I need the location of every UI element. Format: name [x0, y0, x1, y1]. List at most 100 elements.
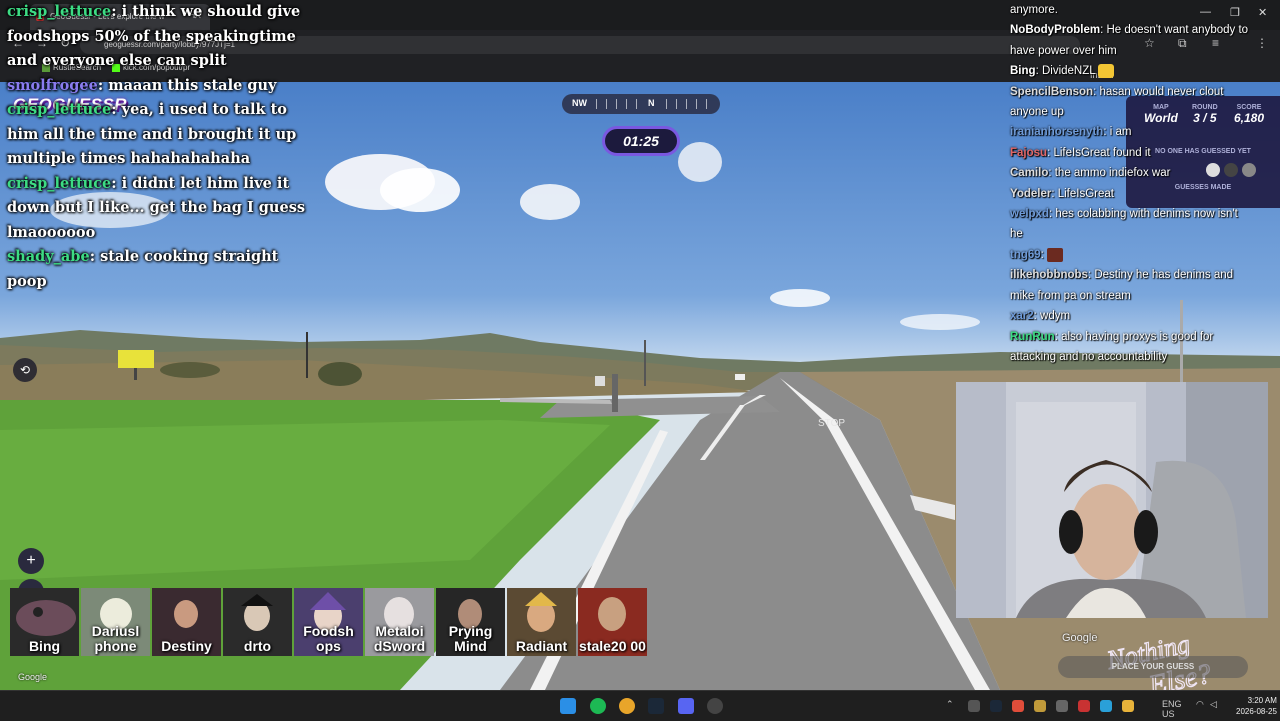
chat-message: him all the time and i brought it up — [7, 125, 297, 143]
players-bar: Bing Dariusl phone Destiny drto Foodsh o… — [10, 588, 647, 656]
tray-app-icon[interactable] — [1100, 700, 1112, 712]
chat-message: anyone up — [1010, 106, 1064, 119]
chat-username: Yodeler — [1010, 187, 1052, 200]
chat-username: NoBodyProblem — [1010, 24, 1101, 37]
language-indicator[interactable]: ENG US — [1162, 699, 1184, 719]
obs-icon[interactable] — [707, 698, 723, 714]
chat-message: : hasan would never clout — [1093, 85, 1224, 98]
player-card[interactable]: Metaloi dSword — [365, 588, 434, 656]
chat-username: RunRun — [1010, 330, 1055, 343]
chat-line: smolfrogee: maaan this stale guy — [7, 74, 307, 99]
chat-message: : maaan this stale guy — [97, 76, 277, 94]
compass-tick — [666, 99, 667, 109]
compass-tick — [676, 99, 677, 109]
chrome-icon[interactable] — [619, 698, 635, 714]
chat-username: Camilo — [1010, 167, 1049, 180]
chat-line: have power over him — [1010, 41, 1272, 61]
chat-line: him all the time and i brought it up — [7, 123, 307, 148]
chat-message: attacking and no accountability — [1010, 350, 1168, 363]
chat-message: down but I like... get the bag I guess — [7, 199, 306, 216]
chat-line: Fajosu: LifeIsGreat found it — [1010, 143, 1272, 163]
compass-tick — [616, 99, 617, 109]
chat-message: : — [1040, 248, 1044, 261]
start-menu-icon[interactable] — [560, 698, 576, 714]
chat-message: foodshops 50% of the speakingtime — [7, 27, 296, 45]
tray-app-icon[interactable] — [1034, 700, 1046, 712]
clock-time: 3:20 AM — [1247, 696, 1277, 705]
compass-tick — [606, 99, 607, 109]
player-avatar-photo — [174, 600, 198, 628]
tray-chevron-icon[interactable]: ⌃ — [946, 699, 954, 710]
compass-tick — [706, 99, 707, 109]
chat-username: Bing — [1010, 65, 1036, 78]
compass-nw: NW — [572, 98, 587, 108]
player-card[interactable]: Bing — [10, 588, 79, 656]
player-card[interactable]: Destiny — [152, 588, 221, 656]
spotify-icon[interactable] — [590, 698, 606, 714]
chat-line: down but I like... get the bag I guess — [7, 196, 307, 221]
player-name: Foodsh ops — [303, 623, 354, 654]
chat-line: multiple times hahahahahaha — [7, 147, 307, 172]
player-name: Destiny — [161, 638, 212, 654]
camera-toggle-icon[interactable]: ⟲ — [13, 358, 37, 382]
chat-message: lmaoooooo — [7, 223, 96, 241]
chat-message: and everyone else can split — [7, 52, 227, 69]
chat-line: foodshops 50% of the speakingtime — [7, 25, 307, 50]
chat-username: SpencilBenson — [1010, 85, 1094, 98]
volume-icon[interactable]: ◁ — [1210, 699, 1217, 710]
player-card[interactable]: Foodsh ops — [294, 588, 363, 656]
chat-line: mike from pa on stream — [1010, 286, 1272, 306]
chat-username: iranianhorsenyth — [1010, 126, 1104, 139]
chat-message: : wdym — [1033, 310, 1071, 323]
chat-message: : hes colabbing with denims now isn't — [1048, 208, 1238, 221]
tray-app-icon[interactable] — [1056, 700, 1068, 712]
compass: NW N — [562, 94, 720, 114]
chat-line: lmaoooooo — [7, 221, 307, 246]
chat-overlay-right: anymore. NoBodyProblem: He doesn't want … — [1010, 0, 1272, 367]
chat-message: mike from pa on stream — [1010, 289, 1131, 302]
chat-line: anyone up — [1010, 102, 1272, 122]
player-card[interactable]: Dariusl phone — [81, 588, 150, 656]
chat-line: welpxd: hes colabbing with denims now is… — [1010, 204, 1272, 224]
chat-message: : stale cooking straight — [89, 248, 279, 265]
chat-message: : i didnt let him live it — [111, 174, 290, 192]
tray-app-icon[interactable] — [1078, 700, 1090, 712]
chat-line: RunRun: also having proxys is good for — [1010, 327, 1272, 347]
player-name: Prying Mind — [448, 623, 493, 654]
chat-message: he — [1010, 228, 1023, 241]
chat-line: iranianhorsenyth: i am — [1010, 122, 1272, 142]
discord-icon[interactable] — [678, 698, 694, 714]
webcam-image — [956, 382, 1268, 618]
compass-tick — [686, 99, 687, 109]
place-guess-button[interactable]: PLACE YOUR GUESS — [1058, 656, 1248, 678]
zoom-in-button[interactable]: + — [18, 548, 44, 574]
chat-username: Fajosu — [1010, 146, 1048, 159]
google-logo: Google — [18, 672, 48, 682]
chat-line: ilikehobbnobs: Destiny he has denims and — [1010, 265, 1272, 285]
compass-n: N — [648, 98, 655, 108]
chat-line: he — [1010, 224, 1272, 244]
windows-taskbar: ⌃ ENG US ◠ ◁ 3:20 AM 2026-08-25 — [0, 690, 1280, 721]
chat-message: : i am — [1103, 126, 1132, 139]
webcam-feed — [956, 382, 1268, 618]
tray-brave-icon[interactable] — [1012, 700, 1024, 712]
chat-message: poop — [7, 272, 47, 290]
chat-message: : DivideNZL — [1035, 65, 1096, 78]
tray-app-icon[interactable] — [1122, 700, 1134, 712]
player-card[interactable]: drto — [223, 588, 292, 656]
chat-message: multiple times hahahahahaha — [7, 150, 251, 167]
tray-steam-icon[interactable] — [990, 700, 1002, 712]
chat-message: : LifeIsGreat found it — [1047, 146, 1151, 159]
svg-text:STOP: STOP — [818, 418, 845, 429]
chat-username: smolfrogee — [7, 76, 98, 94]
tray-app-icon[interactable] — [968, 700, 980, 712]
player-card[interactable]: stale20 00 — [578, 588, 647, 656]
chat-message: : He doesn't want anybody to — [1100, 24, 1249, 37]
google-logo-minimap: Google — [1062, 632, 1098, 644]
wifi-icon[interactable]: ◠ — [1196, 699, 1204, 710]
steam-icon[interactable] — [648, 698, 664, 714]
chat-username: shady_abe — [7, 248, 90, 265]
taskbar-clock[interactable]: 3:20 AM 2026-08-25 — [1236, 695, 1277, 717]
player-card[interactable]: Radiant — [507, 588, 576, 656]
player-card[interactable]: Prying Mind — [436, 588, 505, 656]
